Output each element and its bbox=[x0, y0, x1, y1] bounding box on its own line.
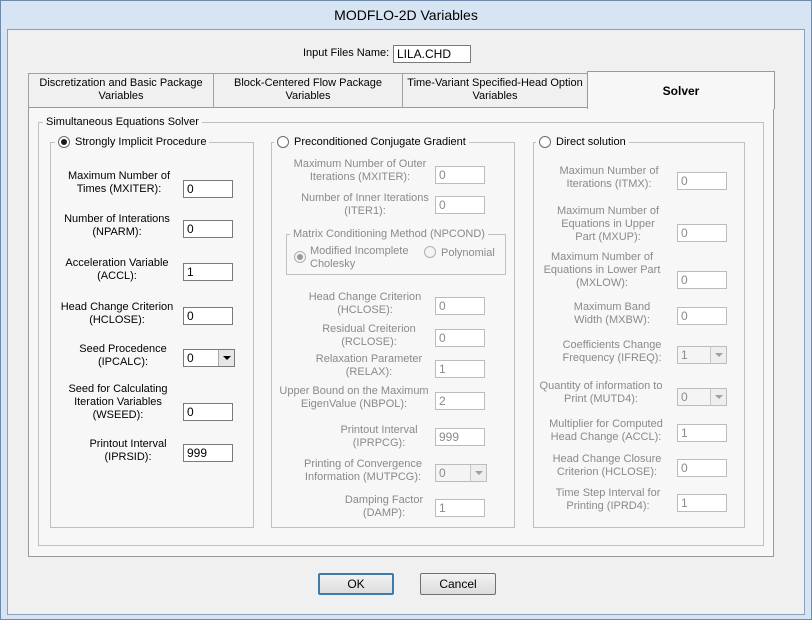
sip-hclose-label: Head Change Criterion (HCLOSE): bbox=[60, 301, 174, 326]
direct-ifreq-label: Coefficients Change Frequency (IFREQ): bbox=[562, 339, 662, 364]
input-files-field[interactable]: LILA.CHD bbox=[393, 45, 471, 63]
dialog-window: MODFLO-2D Variables Input Files Name: LI… bbox=[0, 0, 812, 620]
tab-time-variant-label: Time-Variant Specified-Head Option Varia… bbox=[407, 77, 583, 102]
direct-mxlow-field[interactable]: 0 bbox=[677, 271, 727, 289]
direct-title: Direct solution bbox=[556, 136, 626, 148]
chevron-down-icon[interactable] bbox=[710, 347, 726, 363]
solver-group-title: Simultaneous Equations Solver bbox=[43, 116, 202, 129]
direct-iprd4-label: Time Step Interval for Printing (IPRD4): bbox=[555, 487, 661, 512]
direct-mxup-label: Maximum Number of Equations in Upper Par… bbox=[556, 205, 660, 243]
input-files-label: Input Files Name: bbox=[303, 47, 390, 59]
window-title: MODFLO-2D Variables bbox=[334, 7, 478, 23]
direct-mutd4-value: 0 bbox=[681, 390, 688, 404]
sip-nparm-field[interactable]: 0 bbox=[183, 220, 233, 238]
npcond-cholesky-label: Modified Incomplete Cholesky bbox=[310, 245, 409, 270]
sip-wseed-label: Seed for Calculating Iteration Variables… bbox=[68, 383, 168, 421]
tab-block-centered-flow-label: Block-Centered Flow Package Variables bbox=[234, 77, 382, 102]
direct-mxbw-label: Maximum Band Width (MXBW): bbox=[573, 301, 651, 326]
pcg-relax-label: Relaxation Parameter (RELAX): bbox=[315, 353, 423, 378]
pcg-iter1-field[interactable]: 0 bbox=[435, 196, 485, 214]
direct-itmx-label: Maximun Number of Iterations (ITMX): bbox=[559, 165, 659, 190]
npcond-polynomial-label: Polynomial bbox=[441, 247, 495, 259]
sip-ipcalc-dropdown[interactable]: 0 bbox=[183, 349, 235, 367]
sip-title: Strongly Implicit Procedure bbox=[75, 136, 207, 148]
pcg-damp-field[interactable]: 1 bbox=[435, 499, 485, 517]
tab-solver[interactable]: Solver bbox=[587, 71, 775, 109]
pcg-title: Preconditioned Conjugate Gradient bbox=[294, 136, 466, 148]
pcg-damp-label: Damping Factor (DAMP): bbox=[344, 494, 424, 519]
direct-mutd4-dropdown[interactable]: 0 bbox=[677, 388, 727, 406]
pcg-iprpcg-field[interactable]: 999 bbox=[435, 428, 485, 446]
tab-discretization-label: Discretization and Basic Package Variabl… bbox=[39, 77, 203, 102]
sip-wseed-field[interactable]: 0 bbox=[183, 403, 233, 421]
pcg-hclose-label: Head Change Criterion (HCLOSE): bbox=[308, 291, 422, 316]
sip-iprsid-field[interactable]: 999 bbox=[183, 444, 233, 462]
direct-ifreq-dropdown[interactable]: 1 bbox=[677, 346, 727, 364]
pcg-iter1-label: Number of Inner Iterations (ITER1): bbox=[301, 192, 429, 217]
pcg-iprpcg-label: Printout Interval (IPRPCG): bbox=[340, 424, 418, 449]
sip-accl-field[interactable]: 1 bbox=[183, 263, 233, 281]
pcg-relax-field[interactable]: 1 bbox=[435, 360, 485, 378]
npcond-cholesky-radio[interactable] bbox=[294, 251, 306, 263]
sip-ipcalc-label: Seed Procedence (IPCALC): bbox=[79, 343, 167, 368]
sip-radio-row[interactable]: Strongly Implicit Procedure bbox=[55, 136, 210, 149]
npcond-polynomial-radio[interactable] bbox=[424, 246, 436, 258]
sip-hclose-field[interactable]: 0 bbox=[183, 307, 233, 325]
pcg-radio[interactable] bbox=[277, 136, 289, 148]
sip-mxiter-field[interactable]: 0 bbox=[183, 180, 233, 198]
direct-iprd4-field[interactable]: 1 bbox=[677, 494, 727, 512]
direct-hclose-label: Head Change Closure Criterion (HCLOSE): bbox=[552, 453, 662, 478]
pcg-mxiter-field[interactable]: 0 bbox=[435, 166, 485, 184]
pcg-mutpcg-value: 0 bbox=[439, 466, 446, 480]
direct-mxup-field[interactable]: 0 bbox=[677, 224, 727, 242]
tab-solver-label: Solver bbox=[662, 84, 700, 98]
sip-mxiter-label: Maximum Number of Times (MXITER): bbox=[67, 170, 171, 195]
direct-itmx-field[interactable]: 0 bbox=[677, 172, 727, 190]
direct-hclose-field[interactable]: 0 bbox=[677, 459, 727, 477]
sip-group-box bbox=[50, 142, 254, 528]
tab-time-variant[interactable]: Time-Variant Specified-Head Option Varia… bbox=[402, 73, 588, 107]
direct-mxlow-label: Maximum Number of Equations in Lower Par… bbox=[543, 251, 661, 289]
direct-mxbw-field[interactable]: 0 bbox=[677, 307, 727, 325]
direct-accl-label: Multiplier for Computed Head Change (ACC… bbox=[549, 418, 663, 443]
direct-radio[interactable] bbox=[539, 136, 551, 148]
sip-ipcalc-value: 0 bbox=[187, 351, 194, 365]
pcg-nbpol-label: Upper Bound on the Maximum EigenValue (N… bbox=[279, 385, 429, 410]
ok-button[interactable]: OK bbox=[318, 573, 394, 595]
chevron-down-icon[interactable] bbox=[218, 350, 234, 366]
pcg-rclose-label: Residual Creiterion (RCLOSE): bbox=[322, 323, 416, 348]
sip-radio[interactable] bbox=[58, 136, 70, 148]
cancel-button[interactable]: Cancel bbox=[420, 573, 496, 595]
pcg-hclose-field[interactable]: 0 bbox=[435, 297, 485, 315]
chevron-down-icon[interactable] bbox=[710, 389, 726, 405]
pcg-mxiter-label: Maximum Number of Outer Iterations (MXIT… bbox=[293, 158, 427, 183]
sip-nparm-label: Number of Interations (NPARM): bbox=[64, 213, 170, 238]
tab-block-centered-flow[interactable]: Block-Centered Flow Package Variables bbox=[213, 73, 403, 107]
tab-discretization[interactable]: Discretization and Basic Package Variabl… bbox=[28, 73, 214, 107]
pcg-nbpol-field[interactable]: 2 bbox=[435, 392, 485, 410]
direct-radio-row[interactable]: Direct solution bbox=[536, 136, 629, 149]
direct-ifreq-value: 1 bbox=[681, 348, 688, 362]
direct-accl-field[interactable]: 1 bbox=[677, 424, 727, 442]
npcond-title: Matrix Conditioning Method (NPCOND) bbox=[290, 228, 488, 241]
chevron-down-icon[interactable] bbox=[470, 465, 486, 481]
pcg-rclose-field[interactable]: 0 bbox=[435, 329, 485, 347]
pcg-mutpcg-label: Printing of Convergence Information (MUT… bbox=[303, 458, 422, 483]
direct-mutd4-label: Quantity of information to Print (MUTD4)… bbox=[539, 380, 663, 405]
sip-accl-label: Acceleration Variable (ACCL): bbox=[65, 257, 169, 282]
pcg-radio-row[interactable]: Preconditioned Conjugate Gradient bbox=[274, 136, 469, 149]
sip-iprsid-label: Printout Interval (IPRSID): bbox=[89, 438, 167, 463]
pcg-mutpcg-dropdown[interactable]: 0 bbox=[435, 464, 487, 482]
